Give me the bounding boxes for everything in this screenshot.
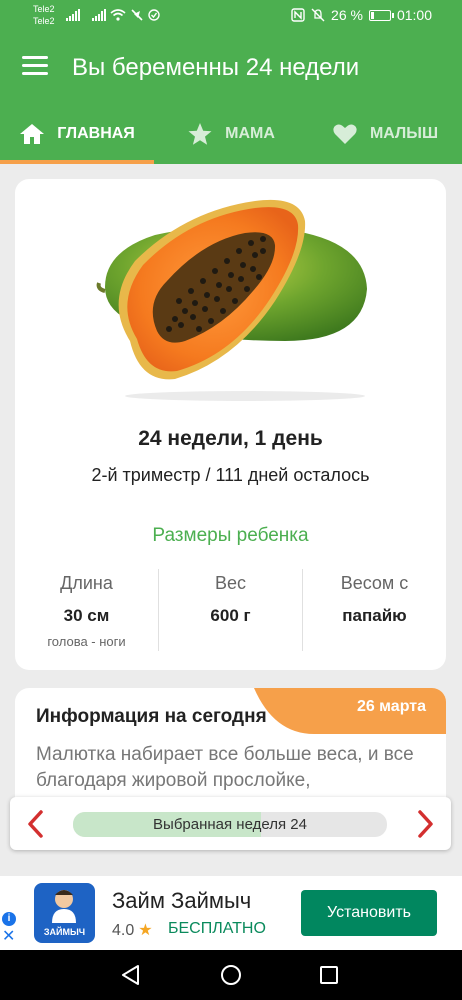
home-icon <box>20 124 45 144</box>
week-slider[interactable]: Выбранная неделя 24 <box>73 812 387 837</box>
info-text: Малютка набирает все больше веса, и все … <box>36 744 414 791</box>
clock: 01:00 <box>396 7 432 23</box>
baby-stats: Длина 30 см голова - ноги Вес 600 г Весо… <box>15 569 446 651</box>
stat-weight-label: Вес <box>214 573 247 593</box>
tab-baby-label: МАЛЫШ <box>369 125 439 142</box>
carrier-2: Tele2 <box>33 16 55 26</box>
ad-app-logo[interactable]: ЗАЙМЫЧ <box>34 883 95 943</box>
chevron-left-icon[interactable] <box>24 809 48 839</box>
chevron-right-icon[interactable] <box>413 809 437 839</box>
stat-compare-label: Весом с <box>340 573 409 593</box>
status-right: 26 % 01:00 <box>291 7 432 23</box>
home-nav-icon[interactable] <box>220 964 242 986</box>
date-badge: 26 марта <box>356 698 426 715</box>
ad-title[interactable]: Займ Займыч <box>112 888 251 914</box>
stat-length-label: Длина <box>60 573 113 593</box>
selected-week-label: Выбранная неделя 24 <box>153 816 307 833</box>
status-bar: Tele2 Tele2 26 % 01:00 <box>0 0 462 32</box>
location-off-icon <box>131 9 143 21</box>
heart-icon <box>333 124 357 144</box>
install-button[interactable]: Установить <box>301 890 437 936</box>
tab-baby[interactable]: МАЛЫШ <box>308 104 462 164</box>
baby-sizes-heading: Размеры ребенка <box>152 525 309 546</box>
week-title: 24 недели, 1 день <box>138 427 323 450</box>
battery-level <box>370 11 375 19</box>
nfc-icon <box>291 8 305 22</box>
check-circle-icon <box>148 9 160 21</box>
app-bar: Вы беременны 24 недели <box>0 32 462 104</box>
ad-rating: 4.0 ★ <box>112 920 153 940</box>
battery-percent: 26 % <box>331 7 363 23</box>
stat-weight: Вес 600 г <box>158 569 302 651</box>
active-tab-indicator <box>0 160 154 164</box>
ad-close-icon[interactable]: ✕ <box>2 929 15 945</box>
week-selector: Выбранная неделя 24 <box>10 797 451 850</box>
stat-size-compare: Весом с папайю <box>302 569 446 651</box>
star-icon <box>188 123 212 145</box>
trimester-info: 2-й триместр / 111 дней осталось <box>91 465 370 485</box>
stat-length-value: 30 см <box>63 606 110 625</box>
tab-home[interactable]: ГЛАВНАЯ <box>0 104 154 164</box>
tab-mom[interactable]: МАМА <box>154 104 308 164</box>
tab-mom-label: МАМА <box>225 125 275 142</box>
stat-length-sub: голова - ноги <box>47 634 126 649</box>
battery-icon <box>368 9 394 21</box>
daily-info-card[interactable]: 26 марта Информация на сегодня Малютка н… <box>15 688 446 808</box>
app-title: Вы беременны 24 недели <box>72 54 360 81</box>
ad-info-icon[interactable]: i <box>2 912 16 926</box>
info-title: Информация на сегодня <box>36 706 267 727</box>
wifi-icon <box>110 9 126 21</box>
stat-length: Длина 30 см голова - ноги <box>15 569 158 651</box>
tab-home-label: ГЛАВНАЯ <box>57 125 135 142</box>
back-icon[interactable] <box>120 964 142 986</box>
star-icon: ★ <box>138 922 153 939</box>
ad-price: БЕСПЛАТНО <box>168 920 266 937</box>
stat-compare-value: папайю <box>342 606 407 625</box>
carrier-1: Tele2 <box>33 4 55 14</box>
signal-2-icon <box>92 9 106 21</box>
carrier-labels: Tele2 Tele2 <box>33 3 55 27</box>
hamburger-menu-icon[interactable] <box>22 56 48 76</box>
stat-weight-value: 600 г <box>210 606 251 625</box>
pregnancy-week-card: 24 недели, 1 день 2-й триместр / 111 дне… <box>15 179 446 670</box>
signal-1-icon <box>66 9 80 21</box>
system-nav-bar <box>0 950 462 1000</box>
ad-banner[interactable]: i ✕ ЗАЙМЫЧ Займ Займыч 4.0 ★ БЕСПЛАТНО Ус… <box>0 876 462 950</box>
mute-icon <box>311 8 325 22</box>
tab-bar: ГЛАВНАЯ МАМА МАЛЫШ <box>0 104 462 164</box>
ad-logo-figure <box>52 890 76 923</box>
ad-rating-value: 4.0 <box>112 922 135 939</box>
papaya-image <box>96 199 367 401</box>
ad-logo-text: ЗАЙМЫЧ <box>43 927 86 937</box>
recents-icon[interactable] <box>318 964 340 986</box>
